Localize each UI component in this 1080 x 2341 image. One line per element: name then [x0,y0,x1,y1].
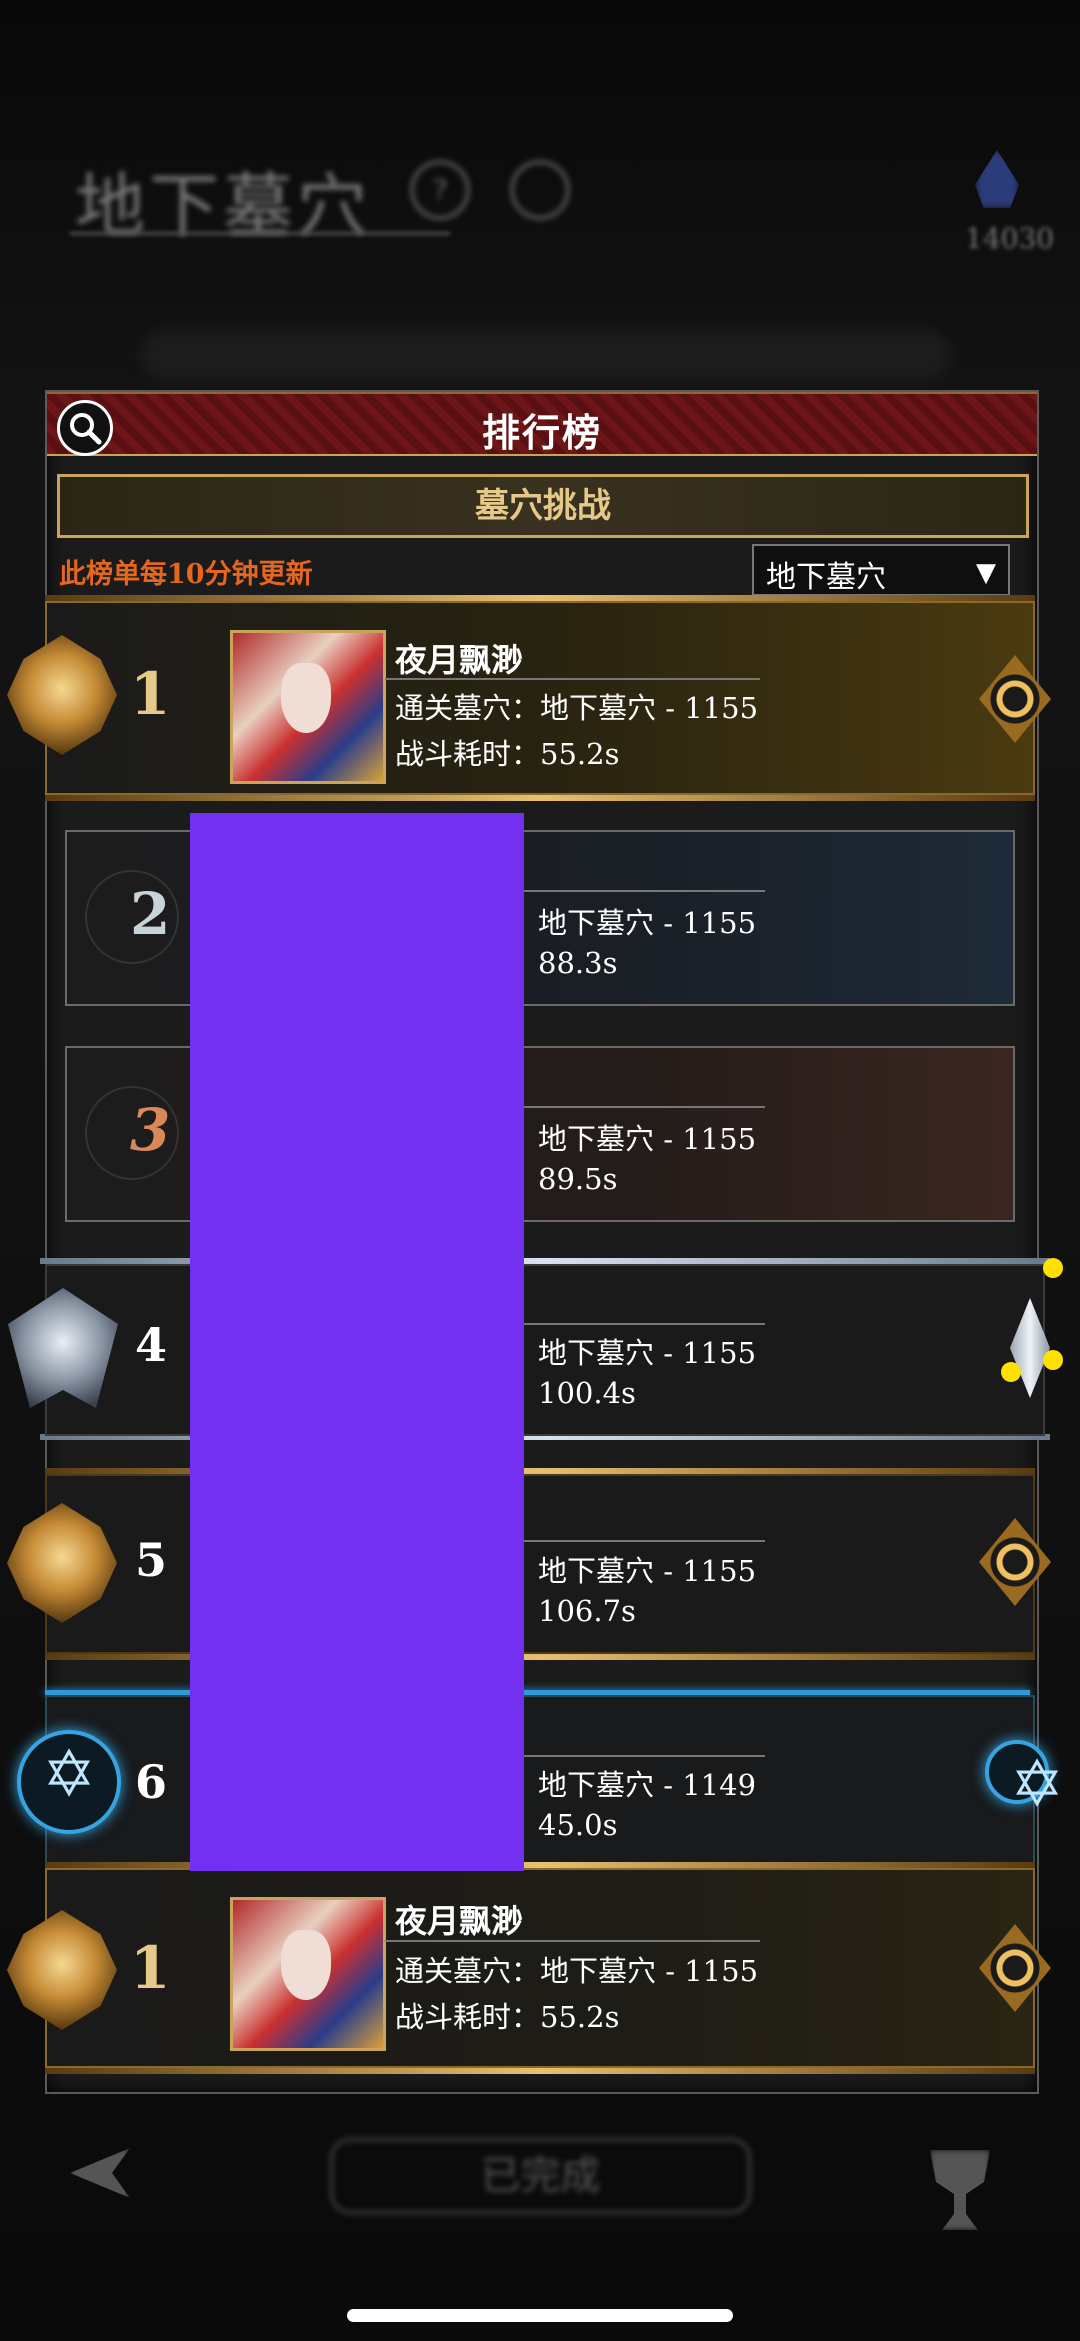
stat-divider [505,890,765,892]
avatar [230,630,386,784]
leaderboard-header: 排行榜 [47,392,1037,456]
time-text: 战斗耗时：55.2s [395,2000,620,2034]
rank-number: 1 [130,660,171,728]
stat-divider [505,1755,765,1757]
marker-dot [1043,1258,1063,1278]
rank-number: 5 [135,1533,168,1587]
time-text: 100.4s [538,1376,636,1410]
row-frame-bottom [45,795,1035,801]
background-title: 地下墓穴 [75,165,371,247]
stage-text: 地下墓穴 - 1155 [538,1122,757,1156]
leaderboard-row-1[interactable]: 1 夜月飘渺 通关墓穴：地下墓穴 - 1155 战斗耗时：55.2s [7,595,1051,805]
stage-text: 地下墓穴 - 1155 [538,1554,757,1588]
stat-divider [505,1106,765,1108]
leaderboard-title: 排行榜 [481,410,602,455]
background-help-icon: ? [410,160,470,220]
row-frame-bottom [45,2068,1035,2074]
dropdown-selected: 地下墓穴 [766,560,886,595]
stage-text: 通关墓穴：地下墓穴 - 1155 [395,1954,759,1988]
stage-text: 地下墓穴 - 1155 [538,906,757,940]
time-text: 106.7s [538,1594,636,1628]
update-notice: 此榜单每10分钟更新 [59,559,313,590]
player-name: 夜月飘渺 [395,641,524,679]
home-indicator[interactable] [347,2309,733,2322]
rank-number: 3 [130,1096,171,1164]
screen: 地下墓穴 ? 14030 已完成 排行榜 墓穴挑战 此榜单每10分钟更新 地下墓… [0,0,1080,2341]
gem-count: 14030 [965,222,1055,255]
my-rank-row[interactable]: 1 夜月飘渺 通关墓穴：地下墓穴 - 1155 战斗耗时：55.2s [7,1862,1051,2080]
back-icon [70,2148,130,2198]
star-emblem-icon [985,1740,1080,1822]
background-completed-button: 已完成 [330,2138,751,2214]
stage-text: 地下墓穴 - 1155 [538,1336,757,1370]
marker-dot [1001,1362,1021,1382]
marker-dot [1043,1350,1063,1370]
rank-number: 4 [135,1318,168,1372]
stage-dropdown[interactable]: 地下墓穴 ▼ [752,544,1010,596]
trophy-icon [930,2150,990,2230]
time-text: 45.0s [538,1808,618,1842]
stage-text: 地下墓穴 - 1149 [538,1768,757,1802]
rank-number: 2 [130,880,171,948]
player-name: 夜月飘渺 [395,1902,524,1940]
stat-divider [385,678,760,680]
gem-icon [975,150,1019,208]
stat-divider [385,1940,760,1942]
background-title-underline [70,232,450,235]
time-text: 战斗耗时：55.2s [395,737,620,771]
stat-divider [505,1323,765,1325]
dropdown-arrow-icon: ▼ [976,558,996,588]
avatar [230,1897,386,2051]
stat-divider [505,1540,765,1542]
time-text: 88.3s [538,946,618,980]
tab-tomb-challenge[interactable]: 墓穴挑战 [57,474,1029,538]
avatar-face [281,1930,331,2000]
rank-number: 1 [130,1934,171,2002]
background-map-icon [510,160,570,220]
time-text: 89.5s [538,1162,618,1196]
redaction-block [190,813,524,1871]
background-progress-bar [140,330,950,380]
rank-number: 6 [135,1755,168,1809]
star-emblem-icon [17,1730,121,1834]
leaderboard-row-4[interactable]: 4 地下墓穴 - 1155 100.4s [8,1258,1060,1440]
avatar-face [281,663,331,733]
stage-text: 通关墓穴：地下墓穴 - 1155 [395,691,759,725]
